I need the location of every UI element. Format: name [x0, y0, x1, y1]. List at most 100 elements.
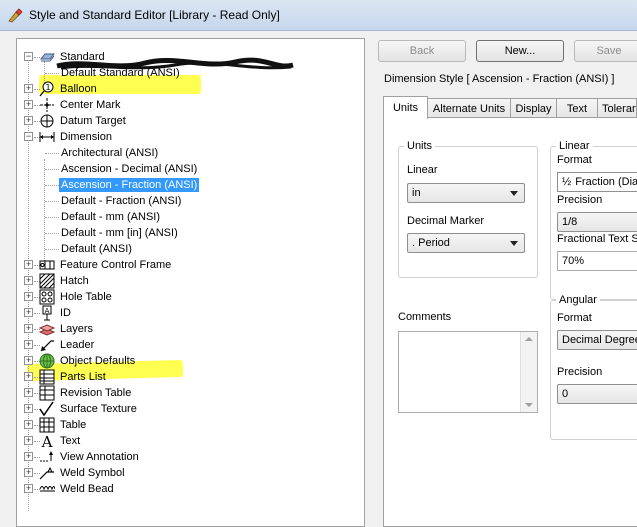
dimension-icon [39, 132, 55, 142]
tree-item-standard[interactable]: Standard [58, 50, 107, 64]
tree-item-dimension[interactable]: Dimension [58, 130, 114, 144]
scroll-up-icon[interactable] [525, 337, 533, 341]
expand-icon[interactable]: + [24, 452, 33, 461]
expand-icon[interactable]: + [24, 340, 33, 349]
decimal-marker-value: . Period [412, 237, 450, 249]
expand-icon[interactable]: + [24, 404, 33, 413]
tree-item-hatch[interactable]: Hatch [58, 274, 91, 288]
fractional-text-scale-input[interactable]: 70% [557, 251, 637, 271]
scroll-down-icon[interactable] [525, 403, 533, 407]
tree-line [45, 233, 59, 234]
expand-icon[interactable]: + [24, 372, 33, 381]
fraction-glyph-icon: ½ [562, 176, 572, 188]
tree-item-parts-list[interactable]: Parts List [58, 370, 108, 384]
tree-item-default-mm-ansi[interactable]: Default - mm (ANSI) [59, 210, 162, 224]
tab-display[interactable]: Display [510, 98, 557, 118]
tree-item-object-defaults[interactable]: Object Defaults [58, 354, 137, 368]
linear-units-label: Linear [407, 164, 438, 176]
tree-item-architectural-ansi[interactable]: Architectural (ANSI) [59, 146, 160, 160]
chevron-down-icon [510, 191, 518, 196]
expand-icon[interactable]: + [24, 468, 33, 477]
tab-text[interactable]: Text [556, 98, 598, 118]
datum-target-icon [40, 114, 54, 128]
hole-table-icon [39, 289, 55, 305]
tree-item-view-annotation[interactable]: View Annotation [58, 450, 141, 464]
new-button[interactable]: New... [476, 40, 564, 62]
weld-symbol-icon [39, 466, 54, 480]
view-annotation-icon [40, 451, 53, 462]
style-tree[interactable]: − Standard Default Standard (ANSI) +1 Balloo… [16, 38, 365, 527]
tree-item-table[interactable]: Table [58, 418, 88, 432]
tab-alternate-units[interactable]: Alternate Units [427, 98, 511, 118]
linear-format-value: Fraction (Dia [575, 176, 637, 188]
collapse-icon[interactable]: − [24, 52, 33, 61]
linear-group-title: Linear [556, 140, 593, 152]
units-tab-page: Units Linear in Decimal Marker . Period … [383, 117, 637, 527]
expand-icon[interactable]: + [24, 84, 33, 93]
tree-item-ascension-fraction-ansi[interactable]: Ascension - Fraction (ANSI) [59, 178, 200, 192]
save-button[interactable]: Save [574, 40, 637, 62]
tree-line [45, 201, 59, 202]
tree-item-balloon[interactable]: Balloon [58, 82, 99, 96]
tree-item-weld-symbol[interactable]: Weld Symbol [58, 466, 127, 480]
expand-icon[interactable]: + [24, 388, 33, 397]
tree-item-center-mark[interactable]: Center Mark [58, 98, 123, 112]
tree-item-datum-target[interactable]: Datum Target [58, 114, 128, 128]
tree-line [45, 217, 59, 218]
expand-icon[interactable]: + [24, 420, 33, 429]
tree-item-hole-table[interactable]: Hole Table [58, 290, 114, 304]
tree-line [45, 153, 59, 154]
expand-icon[interactable]: + [24, 324, 33, 333]
linear-units-select[interactable]: in [407, 183, 525, 203]
standard-icon [39, 53, 55, 62]
angular-format-value: Decimal Degrees [562, 334, 637, 346]
angular-precision-select[interactable]: 0 [557, 384, 637, 404]
leader-icon [40, 340, 54, 352]
tab-units[interactable]: Units [383, 96, 428, 119]
tree-item-leader[interactable]: Leader [58, 338, 96, 352]
tree-item-text[interactable]: Text [58, 434, 82, 448]
expand-icon[interactable]: + [24, 292, 33, 301]
expand-icon[interactable]: + [24, 260, 33, 269]
tab-tolerance[interactable]: Toleran [597, 98, 637, 118]
object-defaults-icon [39, 353, 55, 369]
comments-textarea[interactable] [398, 331, 538, 413]
fractional-text-scale-label: Fractional Text S [557, 233, 637, 245]
back-button[interactable]: Back [378, 40, 466, 62]
tree-item-revision-table[interactable]: Revision Table [58, 386, 133, 400]
linear-format-select[interactable]: ½ Fraction (Dia [557, 172, 637, 192]
tree-item-default-ansi[interactable]: Default (ANSI) [59, 242, 134, 256]
tree-item-id[interactable]: ID [58, 306, 73, 320]
decimal-marker-select[interactable]: . Period [407, 233, 525, 253]
expand-icon[interactable]: + [24, 436, 33, 445]
fractional-text-scale-value: 70% [562, 255, 585, 267]
expand-icon[interactable]: + [24, 484, 33, 493]
expand-icon[interactable]: + [24, 276, 33, 285]
tree-line [45, 185, 59, 186]
linear-precision-select[interactable]: 1/8 [557, 212, 637, 232]
angular-format-select[interactable]: Decimal Degrees [557, 330, 637, 350]
tree-item-default-mm-in-ansi[interactable]: Default - mm [in] (ANSI) [59, 226, 180, 240]
expand-icon[interactable]: + [24, 116, 33, 125]
tree-item-ascension-decimal-ansi[interactable]: Ascension - Decimal (ANSI) [59, 162, 199, 176]
units-group-title: Units [404, 140, 436, 152]
collapse-icon[interactable]: − [24, 132, 33, 141]
expand-icon[interactable]: + [24, 308, 33, 317]
expand-icon[interactable]: + [24, 100, 33, 109]
comments-scrollbar[interactable] [520, 332, 537, 412]
tree-item-layers[interactable]: Layers [58, 322, 95, 336]
tree-item-default-fraction-ansi[interactable]: Default - Fraction (ANSI) [59, 194, 183, 208]
tree-item-weld-bead[interactable]: Weld Bead [58, 482, 116, 496]
tree-item-feature-control-frame[interactable]: Feature Control Frame [58, 258, 173, 272]
feature-control-frame-icon [39, 260, 55, 270]
text-icon: A [41, 433, 53, 449]
expand-icon[interactable]: + [24, 356, 33, 365]
revision-table-icon [39, 385, 55, 401]
surface-texture-icon [39, 401, 54, 417]
tree-item-surface-texture[interactable]: Surface Texture [58, 402, 139, 416]
layers-icon [39, 324, 55, 336]
tree-item-default-standard-ansi[interactable]: Default Standard (ANSI) [59, 66, 182, 80]
title-bar: Style and Standard Editor [Library - Rea… [0, 0, 637, 31]
angular-precision-label: Precision [557, 366, 603, 378]
linear-units-value: in [412, 187, 421, 199]
